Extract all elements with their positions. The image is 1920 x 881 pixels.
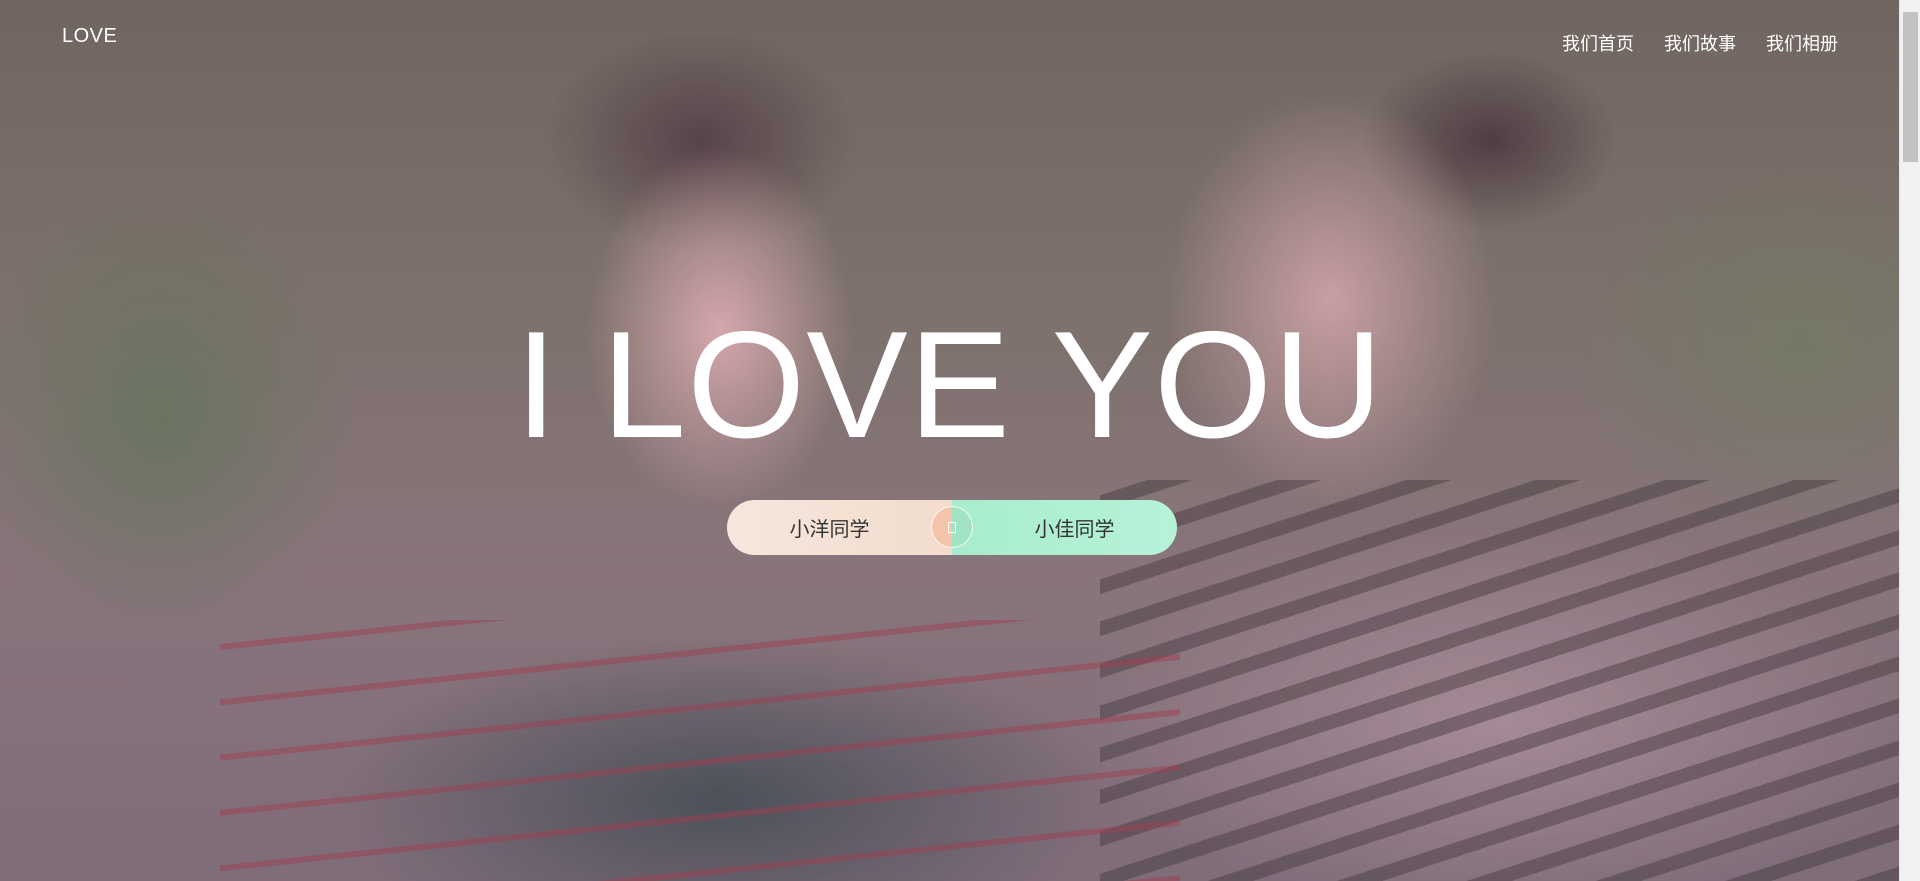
nav-story[interactable]: 我们故事 [1664, 30, 1736, 56]
vertical-scrollbar[interactable] [1899, 0, 1920, 881]
right-name-label: 小佳同学 [952, 500, 1177, 555]
top-nav: 我们首页 我们故事 我们相册 [1562, 30, 1838, 56]
scrollbar-thumb[interactable] [1903, 12, 1918, 162]
missing-glyph-icon [948, 521, 956, 533]
heart-icon [931, 506, 973, 548]
page: LOVE 我们首页 我们故事 我们相册 I LOVE YOU 小洋同学 小佳同学 [0, 0, 1920, 881]
nav-album[interactable]: 我们相册 [1766, 30, 1838, 56]
left-name-label: 小洋同学 [727, 500, 952, 555]
nav-home[interactable]: 我们首页 [1562, 30, 1634, 56]
hero-headline: I LOVE YOU [515, 300, 1384, 470]
site-logo[interactable]: LOVE [62, 25, 117, 48]
